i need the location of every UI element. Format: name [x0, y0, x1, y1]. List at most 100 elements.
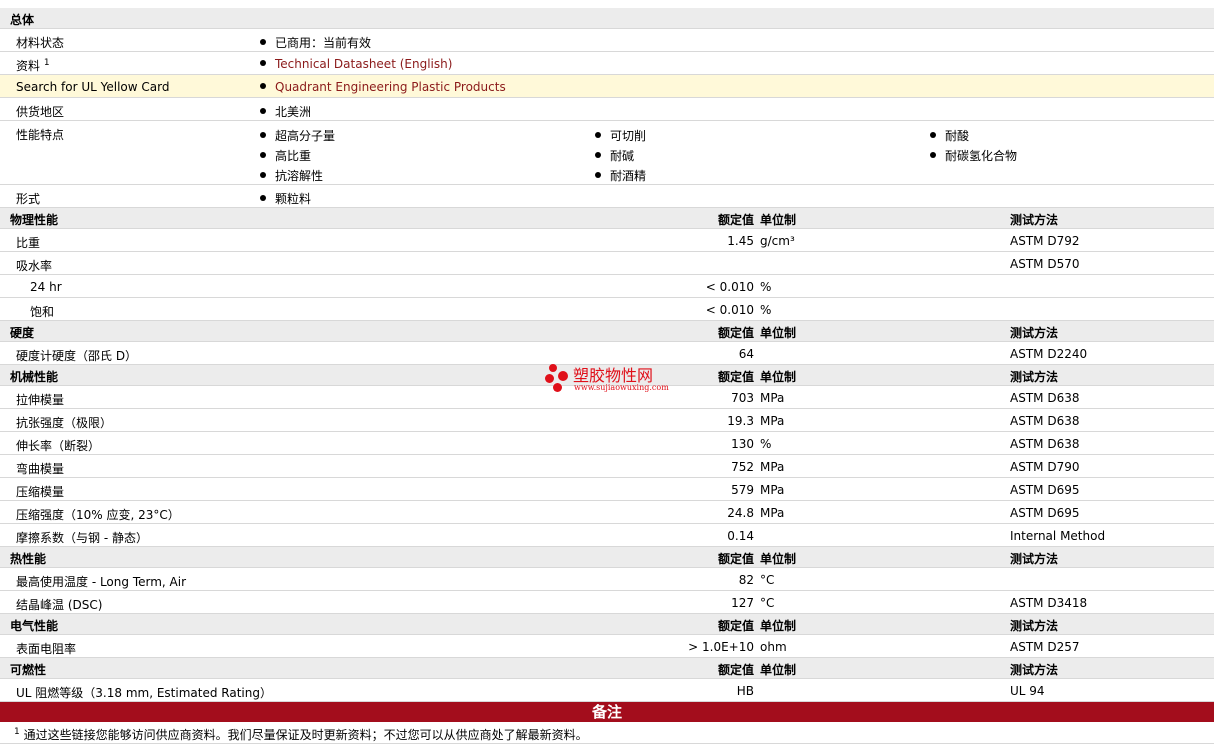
property-nominal: < 0.010 — [705, 280, 754, 294]
bullet-icon — [260, 152, 266, 158]
feature-item: 高比重 — [260, 146, 335, 166]
ul-yellow-card-link[interactable]: Quadrant Engineering Plastic Products — [275, 80, 506, 94]
property-row: 24 hr < 0.010% — [0, 275, 1214, 298]
logo-dot — [545, 374, 554, 383]
notes-header: 备注 — [0, 702, 1214, 722]
property-nominal: 82 — [738, 573, 754, 587]
section-title: 总体 — [10, 13, 35, 27]
property-nominal: HB — [736, 684, 754, 698]
section-title: 电气性能 — [10, 619, 59, 633]
property-label: 表面电阻率 — [16, 642, 77, 656]
row-material-status: 材料状态 已商用：当前有效 — [0, 29, 1214, 52]
feature-item: 耐酒精 — [595, 166, 646, 186]
property-nominal: > 1.0E+10 — [688, 640, 754, 654]
property-unit: MPa — [760, 414, 785, 428]
bullet-icon — [260, 195, 266, 201]
notes-row: 1 通过这些链接您能够访问供应商资料。我们尽量保证及时更新资料；不过您可以从供应… — [0, 722, 1214, 744]
header-method: 测试方法 — [1010, 663, 1059, 677]
property-row: 最高使用温度 - Long Term, Air 82 °C — [0, 568, 1214, 591]
bullet-icon — [260, 172, 266, 178]
property-label: 最高使用温度 - Long Term, Air — [16, 575, 187, 589]
logo-dot — [558, 371, 568, 381]
property-method: ASTM D638 — [1010, 391, 1080, 405]
section-header: 热性能 额定值 单位制 测试方法 — [0, 547, 1214, 568]
property-nominal: 579 — [731, 483, 754, 497]
property-unit: MPa — [760, 391, 785, 405]
bullet-icon — [260, 83, 266, 89]
property-nominal: 24.8 — [727, 506, 754, 520]
row-value: 北美洲 — [275, 105, 312, 119]
section-header: 电气性能 额定值 单位制 测试方法 — [0, 614, 1214, 635]
property-unit: g/cm³ — [760, 234, 795, 248]
property-nominal: 19.3 — [727, 414, 754, 428]
feature-item: 耐碱 — [595, 146, 646, 166]
header-unit: 单位制 — [760, 552, 797, 566]
property-label: 抗张强度（极限） — [16, 416, 113, 430]
property-label: 饱和 — [30, 305, 55, 319]
section-title: 物理性能 — [10, 213, 59, 227]
property-label: 比重 — [16, 236, 41, 250]
logo-dot — [549, 364, 557, 372]
property-unit: MPa — [760, 483, 785, 497]
row-label: 供货地区 — [16, 105, 65, 119]
property-unit: MPa — [760, 506, 785, 520]
row-supply-region: 供货地区 北美洲 — [0, 98, 1214, 121]
header-nominal: 额定值 — [717, 213, 754, 227]
row-label: 材料状态 — [16, 36, 65, 50]
row-label: 性能特点 — [16, 128, 65, 142]
bullet-icon — [595, 152, 601, 158]
section-title: 可燃性 — [10, 663, 47, 677]
logo-dot — [553, 383, 562, 392]
property-method: UL 94 — [1010, 684, 1045, 698]
property-nominal: 1.45 — [727, 234, 754, 248]
row-label: 资料 — [16, 59, 41, 73]
header-method: 测试方法 — [1010, 552, 1059, 566]
property-method: ASTM D257 — [1010, 640, 1080, 654]
property-label: 硬度计硬度（邵氏 D） — [16, 349, 138, 363]
property-nominal: 703 — [731, 391, 754, 405]
property-unit: % — [760, 303, 772, 317]
property-row: 伸长率（断裂） 130% ASTM D638 — [0, 432, 1214, 455]
property-row: 饱和 < 0.010% — [0, 298, 1214, 321]
watermark-logo: 塑胶物性网 www.sujiaowuxing.com — [545, 362, 695, 398]
property-method: ASTM D695 — [1010, 506, 1080, 520]
header-nominal: 额定值 — [717, 663, 754, 677]
property-label: 摩擦系数（与钢 - 静态） — [16, 531, 148, 545]
property-row: 压缩强度（10% 应变, 23°C） 24.8 MPa ASTM D695 — [0, 501, 1214, 524]
bullet-icon — [595, 172, 601, 178]
notes-text: 通过这些链接您能够访问供应商资料。我们尽量保证及时更新资料；不过您可以从供应商处… — [23, 728, 588, 742]
property-unit: °C — [760, 573, 775, 587]
property-row: 摩擦系数（与钢 - 静态） 0.14 Internal Method — [0, 524, 1214, 547]
row-features: 性能特点 超高分子量 高比重 抗溶解性 可切削 耐碱 耐酒精 耐酸 耐碳氢化合物 — [0, 121, 1214, 185]
feature-item: 耐酸 — [930, 126, 1017, 146]
bullet-icon — [595, 132, 601, 138]
property-label: 伸长率（断裂） — [16, 439, 101, 453]
bullet-icon — [260, 60, 266, 66]
header-unit: 单位制 — [760, 663, 797, 677]
property-method: ASTM D638 — [1010, 414, 1080, 428]
header-method: 测试方法 — [1010, 619, 1059, 633]
property-row: 压缩模量 579 MPa ASTM D695 — [0, 478, 1214, 501]
row-datasheet: 资料 1 Technical Datasheet (English) — [0, 52, 1214, 75]
property-unit: ohm — [760, 640, 787, 654]
section-title: 硬度 — [10, 326, 35, 340]
property-nominal: 130 — [731, 437, 754, 451]
feature-item: 抗溶解性 — [260, 166, 335, 186]
property-nominal: 0.14 — [727, 529, 754, 543]
section-header: 物理性能 额定值 单位制 测试方法 — [0, 208, 1214, 229]
bullet-icon — [260, 108, 266, 114]
property-row: 抗张强度（极限） 19.3 MPa ASTM D638 — [0, 409, 1214, 432]
property-row: 吸水率 ASTM D570 — [0, 252, 1214, 275]
section-title: 热性能 — [10, 552, 47, 566]
property-method: ASTM D790 — [1010, 460, 1080, 474]
header-method: 测试方法 — [1010, 370, 1059, 384]
property-unit: % — [760, 437, 772, 451]
property-unit: °C — [760, 596, 775, 610]
section-title: 机械性能 — [10, 370, 59, 384]
feature-item: 超高分子量 — [260, 126, 335, 146]
technical-datasheet-link[interactable]: Technical Datasheet (English) — [275, 57, 452, 71]
header-unit: 单位制 — [760, 370, 797, 384]
bullet-icon — [930, 132, 936, 138]
bullet-icon — [260, 39, 266, 45]
watermark-url: www.sujiaowuxing.com — [574, 383, 669, 392]
